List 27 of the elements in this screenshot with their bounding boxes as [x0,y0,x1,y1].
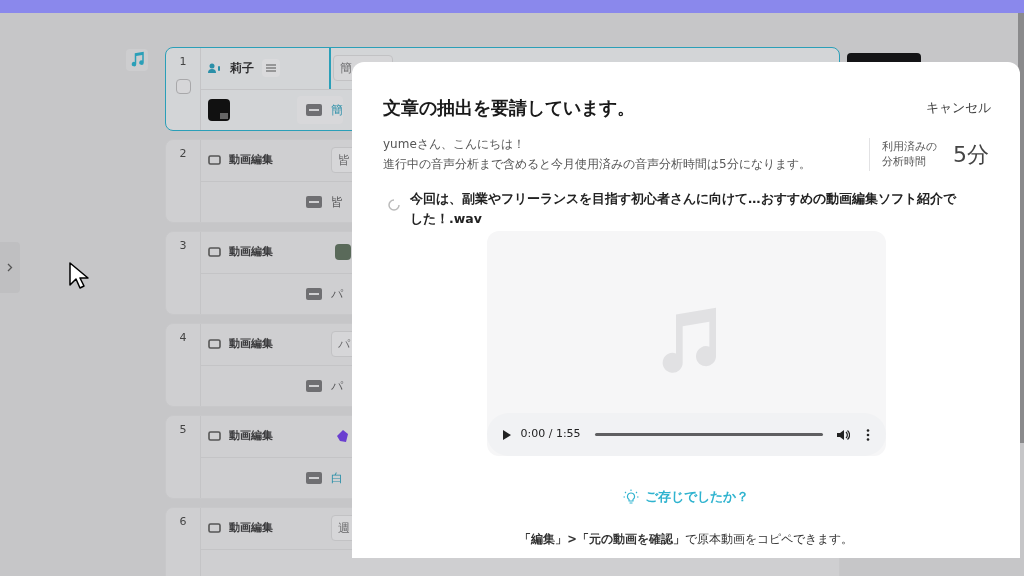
greeting-text: yumeさん、こんにちは！ [383,136,526,153]
row-number: 6 [179,514,187,530]
usage-label: 利用済みの [882,139,937,154]
subtitle-text: 簡 [331,101,343,119]
time-display: 0:00 / 1:55 [520,426,581,443]
row-number: 5 [179,422,187,438]
speaker-name: 莉子 [230,60,254,78]
usage-label: 分析時間 [882,154,927,169]
tip-title: ご存じでしたか？ [645,488,749,506]
subtitle-text: 白 [331,469,343,487]
notice-text: 進行中の音声分析まで含めると今月使用済みの音声分析時間は5分になります。 [383,156,811,173]
subtitle-text: パ [331,285,343,303]
row-number: 1 [179,54,187,70]
subtitle-text: パ [331,377,343,395]
track-label: 動画編集 [229,428,273,444]
track-label: 動画編集 [229,152,273,168]
row-number: 3 [179,238,187,254]
usage-value: 5分 [953,140,989,169]
track-label: 動画編集 [229,520,273,536]
row-number: 2 [179,146,187,162]
track-label: 動画編集 [229,336,273,352]
tip-text: 「編集」>「元の動画を確認」で原本動画をコピペできます。 [519,530,853,548]
subtitle-text: 皆 [331,193,343,211]
file-name: 今回は、副業やフリーランスを目指す初心者さんに向けて…おすすめの動画編集ソフト紹介でした！.wav [410,190,958,228]
dialog-title: 文章の抽出を要請しています。 [383,96,635,120]
row-number: 4 [179,330,187,346]
track-label: 動画編集 [229,244,273,260]
